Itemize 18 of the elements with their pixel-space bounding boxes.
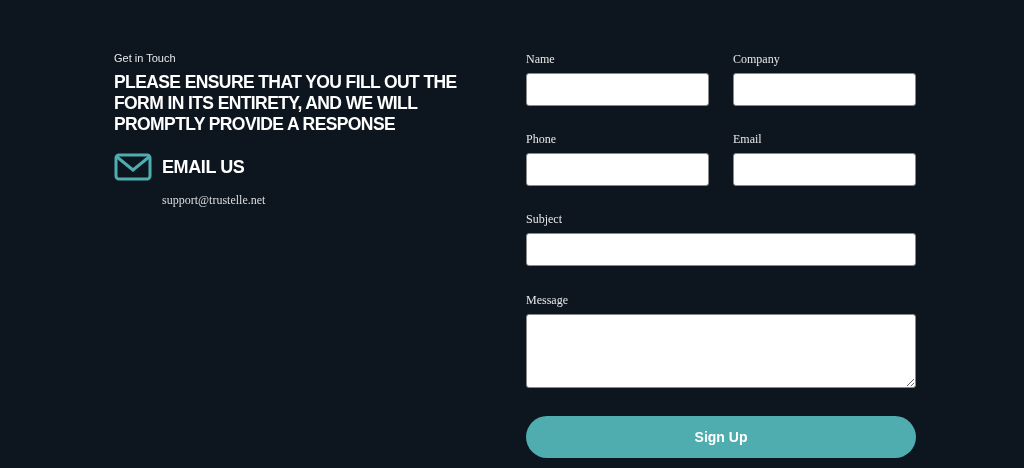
input-field[interactable] [526, 153, 709, 187]
input-field[interactable] [526, 73, 709, 106]
field-label: Phone [526, 132, 557, 148]
eyebrow-text: Get in Touch [114, 52, 176, 64]
input-field[interactable] [733, 73, 916, 106]
input-field[interactable] [526, 233, 916, 267]
message-field[interactable] [526, 313, 916, 388]
field-label: Company [733, 52, 781, 67]
heading: PLEASE ENSURE THAT YOU FILL OUT THE FORM IN ITS ENTIRETY, AND WE WILL PROMPTLY PROVIDE A RESPONSE [114, 72, 458, 135]
input-field[interactable] [733, 153, 916, 187]
field-label: Name [526, 52, 556, 67]
contact-title: EMAIL US [162, 156, 245, 178]
envelope-icon [114, 153, 152, 181]
field-label: Message [526, 292, 569, 308]
email-address: support@trustelle.net [162, 193, 266, 208]
field-label: Subject [526, 212, 563, 228]
sign-up-button[interactable]: Sign Up [526, 415, 916, 458]
field-label: Email [733, 132, 763, 148]
